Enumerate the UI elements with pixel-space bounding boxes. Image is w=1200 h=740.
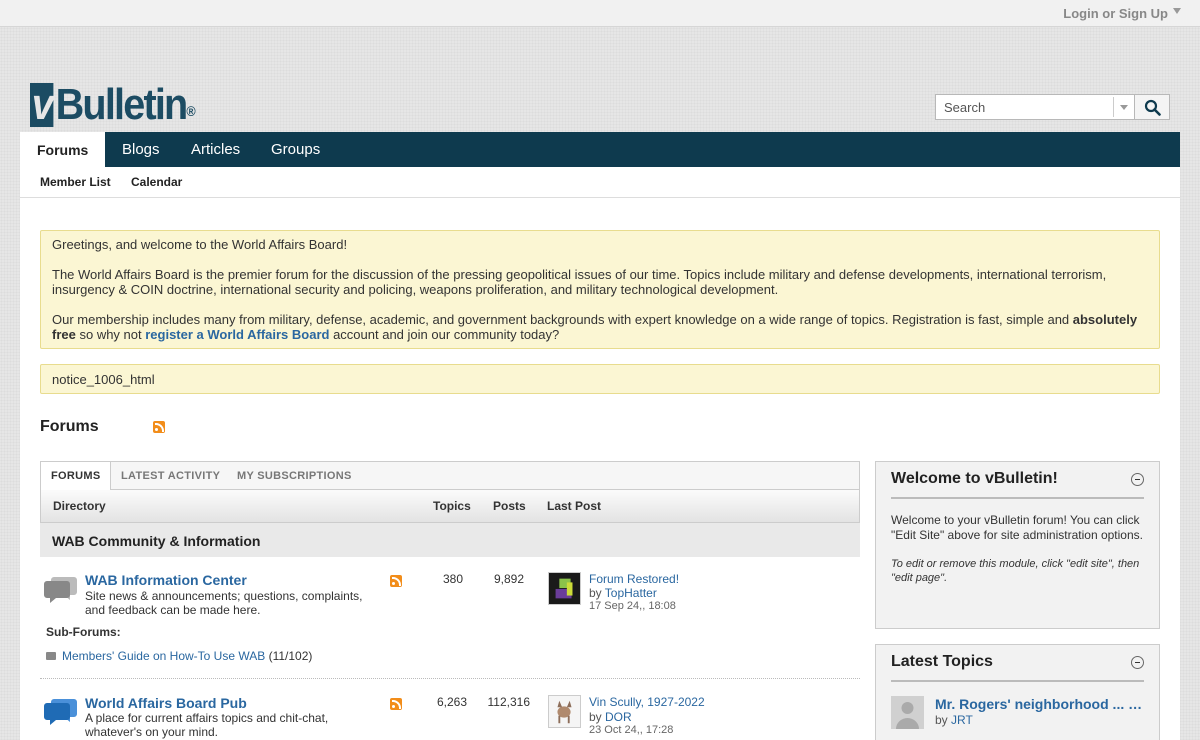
subforum-item: Members' Guide on How-To Use WAB (11/102… [46, 649, 312, 663]
search-input[interactable] [936, 95, 1113, 119]
forum-directory: FORUMS LATEST ACTIVITY MY SUBSCRIPTIONS … [40, 461, 860, 740]
welcome-text: Welcome to your vBulletin forum! You can… [891, 513, 1143, 542]
search-box [935, 94, 1135, 120]
subforums-label: Sub-Forums: [46, 625, 121, 639]
last-post-author: by DOR [589, 710, 632, 724]
forum-category[interactable]: WAB Community & Information [40, 523, 860, 557]
forum-posts-count: 112,316 [487, 695, 531, 709]
latest-topic-title[interactable]: Mr. Rogers' neighborhood ... (w... [935, 696, 1145, 712]
col-last-post: Last Post [547, 499, 602, 513]
notice-para2: Our membership includes many from milita… [52, 312, 1138, 342]
notice-2-text: notice_1006_html [52, 372, 155, 387]
tab-my-subscriptions[interactable]: MY SUBSCRIPTIONS [237, 462, 352, 490]
tab-groups[interactable]: Groups [254, 132, 337, 167]
col-posts: Posts [493, 499, 526, 513]
forum-topics-count: 380 [442, 572, 463, 586]
latest-topic-author: by JRT [935, 713, 973, 727]
user-avatar[interactable] [548, 572, 581, 605]
subforum-icon [46, 652, 56, 660]
tab-blogs[interactable]: Blogs [105, 132, 177, 167]
col-directory: Directory [53, 499, 106, 513]
tab-articles[interactable]: Articles [174, 132, 257, 167]
main-content: Forums Blogs Articles Groups Member List… [20, 132, 1180, 740]
forum-title-link[interactable]: World Affairs Board Pub [85, 695, 247, 711]
logo-registered: ® [186, 103, 196, 119]
welcome-notice: Greetings, and welcome to the World Affa… [40, 230, 1160, 349]
forum-read-icon [44, 577, 77, 603]
rss-icon[interactable] [390, 698, 402, 710]
chevron-down-icon[interactable] [1173, 8, 1181, 14]
notice-secondary: notice_1006_html [40, 364, 1160, 394]
subnav-member-list[interactable]: Member List [40, 175, 111, 189]
search-icon [1144, 99, 1161, 116]
col-topics: Topics [433, 499, 471, 513]
last-post-title[interactable]: Forum Restored! [589, 572, 679, 586]
forum-description: A place for current affairs topics and c… [85, 711, 329, 739]
page-title: Forums [40, 418, 99, 435]
forum-row: WAB Information Center Site news & annou… [40, 557, 860, 679]
forum-topics-count: 6,263 [436, 695, 467, 709]
site-header: vBulletin® [0, 27, 1200, 132]
rss-icon[interactable] [390, 575, 402, 587]
tab-latest-activity[interactable]: LATEST ACTIVITY [121, 462, 220, 490]
forum-new-posts-icon [44, 699, 77, 725]
subforum-link[interactable]: Members' Guide on How-To Use WAB [62, 649, 265, 663]
welcome-note: To edit or remove this module, click "ed… [891, 558, 1140, 584]
top-bar: Login or Sign Up [0, 0, 1200, 27]
user-avatar[interactable] [548, 695, 581, 728]
tab-forums-list[interactable]: FORUMS [41, 462, 112, 490]
main-navbar: Forums Blogs Articles Groups [20, 132, 1180, 167]
search-button[interactable] [1134, 94, 1170, 120]
rss-icon[interactable] [153, 421, 165, 433]
last-post-author: by TopHatter [589, 586, 657, 600]
forum-row: World Affairs Board Pub A place for curr… [40, 679, 860, 740]
latest-topic-item: Mr. Rogers' neighborhood ... (w... by JR… [891, 696, 1145, 736]
last-post-date: 23 Oct 24,, 17:28 [589, 724, 674, 736]
notice-para1: The World Affairs Board is the premier f… [52, 267, 1107, 297]
collapse-icon[interactable] [1131, 473, 1144, 486]
forum-tabs: FORUMS LATEST ACTIVITY MY SUBSCRIPTIONS [40, 461, 860, 490]
forum-table-header: Directory Topics Posts Last Post [40, 490, 860, 523]
latest-topics-module: Latest Topics Mr. Rogers' neighborhood .… [875, 644, 1160, 740]
logo-text: Bulletin [55, 80, 189, 129]
subnav-calendar[interactable]: Calendar [131, 175, 182, 189]
register-link[interactable]: register a World Affairs Board [145, 327, 329, 342]
login-signup-link[interactable]: Login or Sign Up [1063, 6, 1168, 21]
vbulletin-logo[interactable]: vBulletin® [30, 83, 196, 127]
default-avatar-icon [891, 696, 924, 729]
forums-heading: Forums [40, 418, 99, 436]
sub-navbar: Member List Calendar [20, 167, 1180, 198]
logo-mark: v [30, 80, 54, 129]
forum-title-link[interactable]: WAB Information Center [85, 572, 247, 588]
subforum-count: (11/102) [268, 649, 313, 663]
welcome-module-title: Welcome to vBulletin! [891, 462, 1144, 499]
welcome-module: Welcome to vBulletin! Welcome to your vB… [875, 461, 1160, 629]
tab-forums[interactable]: Forums [20, 132, 106, 167]
forum-description: Site news & announcements; questions, co… [85, 589, 363, 617]
latest-topics-title: Latest Topics [891, 645, 1144, 682]
last-post-date: 17 Sep 24,, 18:08 [589, 600, 676, 612]
collapse-icon[interactable] [1131, 656, 1144, 669]
search-options-dropdown[interactable] [1113, 97, 1134, 117]
notice-greeting: Greetings, and welcome to the World Affa… [52, 237, 348, 252]
forum-posts-count: 9,892 [493, 572, 524, 586]
last-post-title[interactable]: Vin Scully, 1927-2022 [589, 695, 705, 709]
